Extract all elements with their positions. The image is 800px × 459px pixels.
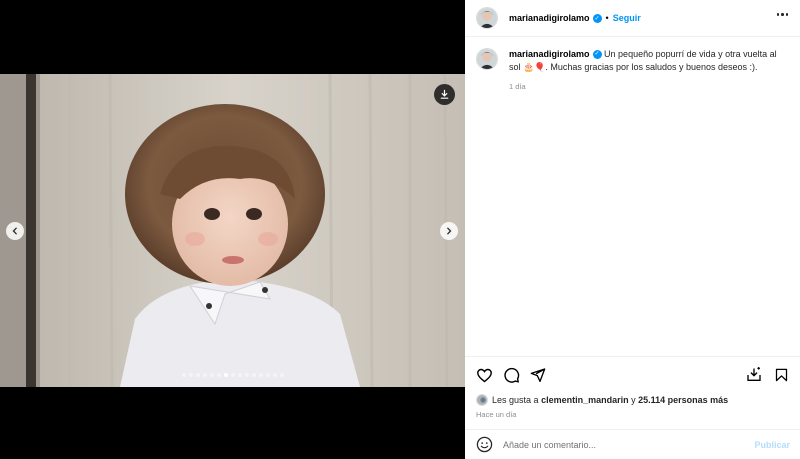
carousel-dot (245, 373, 249, 377)
publish-button[interactable]: Publicar (754, 440, 790, 450)
carousel-dot (203, 373, 207, 377)
chevron-left-icon (12, 227, 17, 235)
carousel-dot (273, 373, 277, 377)
instagram-post-viewer: marianadigirolamo ✓ • Seguir marianadigi… (0, 0, 800, 459)
carousel-dot (280, 373, 284, 377)
previous-slide-button[interactable] (6, 222, 24, 240)
add-to-story-button[interactable] (745, 366, 763, 384)
carousel-dot (231, 373, 235, 377)
carousel-dot (224, 373, 228, 377)
carousel-dot (210, 373, 214, 377)
caption-body: marianadigirolamo ✓ Un pequeño popurrí de… (509, 48, 789, 93)
likes-prefix: Les gusta a (492, 395, 539, 405)
more-options-icon[interactable] (776, 13, 788, 16)
carousel-dot (182, 373, 186, 377)
save-button[interactable] (772, 366, 790, 384)
likes-connector: y (631, 395, 636, 405)
post-photo[interactable] (0, 74, 465, 387)
carousel-indicator (182, 373, 284, 377)
verified-badge-icon: ✓ (592, 13, 602, 23)
carousel-dot (266, 373, 270, 377)
post-details-panel: marianadigirolamo ✓ • Seguir marianadigi… (465, 0, 800, 459)
likes-count[interactable]: 25.114 personas más (638, 395, 728, 405)
likes-summary[interactable]: Les gusta a clementin_mandarin y 25.114 … (476, 394, 728, 406)
username-link[interactable]: marianadigirolamo (509, 13, 590, 23)
carousel-dot (217, 373, 221, 377)
add-to-story-icon (747, 367, 761, 381)
comment-icon (503, 367, 519, 383)
comment-composer: Publicar (465, 429, 800, 459)
share-icon (530, 368, 546, 382)
action-bar (475, 366, 790, 384)
next-slide-button[interactable] (440, 222, 458, 240)
media-panel (0, 0, 465, 459)
carousel-dot (189, 373, 193, 377)
download-icon (440, 89, 449, 99)
carousel-dot (259, 373, 263, 377)
chevron-right-icon (447, 227, 452, 235)
emoji-icon (476, 436, 492, 453)
carousel-dot (252, 373, 256, 377)
separator-dot: • (605, 13, 609, 23)
carousel-dot (238, 373, 242, 377)
carousel-dot (196, 373, 200, 377)
follow-button[interactable]: Seguir (613, 13, 641, 23)
comment-button[interactable] (502, 366, 520, 384)
heart-icon (476, 368, 492, 382)
post-header: marianadigirolamo ✓ • Seguir (465, 0, 800, 37)
avatar[interactable] (476, 48, 498, 70)
share-button[interactable] (529, 366, 547, 384)
download-button[interactable] (434, 84, 455, 105)
caption-section: marianadigirolamo ✓ Un pequeño popurrí de… (465, 37, 800, 357)
bookmark-icon (775, 368, 787, 382)
caption-timestamp[interactable]: 1 día (509, 80, 789, 93)
avatar[interactable] (476, 7, 498, 29)
post-timestamp[interactable]: Hace un día (476, 410, 516, 419)
like-button[interactable] (475, 366, 493, 384)
liker-username[interactable]: clementin_mandarin (541, 395, 629, 405)
caption: marianadigirolamo ✓ Un pequeño popurrí de… (476, 48, 789, 93)
liker-avatar (476, 394, 488, 406)
comment-input[interactable] (503, 439, 755, 450)
verified-badge-icon: ✓ (592, 50, 602, 60)
emoji-button[interactable] (475, 436, 493, 454)
caption-username[interactable]: marianadigirolamo (509, 49, 590, 59)
